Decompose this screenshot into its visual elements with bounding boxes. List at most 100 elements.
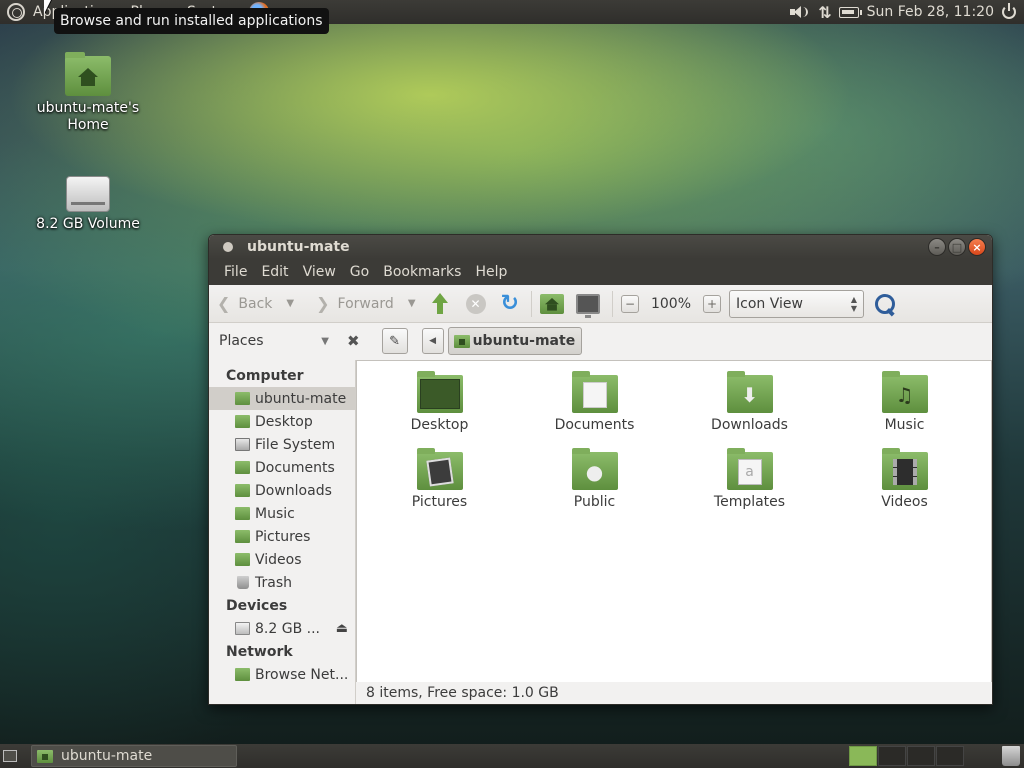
sidebar-item-volume[interactable]: 8.2 GB ... ⏏ (209, 617, 356, 640)
workspace-switcher (849, 746, 964, 766)
workspace-3[interactable] (907, 746, 935, 766)
back-button[interactable]: ❮ Back ▼ (217, 294, 294, 313)
desktop-volume-icon[interactable]: 8.2 GB Volume (33, 176, 143, 233)
workspace-4[interactable] (936, 746, 964, 766)
toolbar-separator (530, 290, 532, 317)
system-tray: ⇅ Sun Feb 28, 11:20 (790, 0, 1024, 24)
bottom-panel: ubuntu-mate (0, 744, 1024, 768)
downloads-folder-icon (235, 484, 250, 497)
file-item-videos[interactable]: Videos (827, 448, 982, 529)
tooltip: Browse and run installed applications (54, 8, 329, 34)
file-manager-window: ubuntu-mate – □ × File Edit View Go Book… (208, 234, 993, 705)
eject-icon[interactable]: ⏏ (336, 621, 348, 636)
chevron-down-icon: ▼ (321, 335, 329, 347)
file-view[interactable]: Desktop Documents ⬇ Downloads ♫ Music Pi… (356, 360, 992, 683)
window-menu-icon[interactable] (223, 242, 233, 252)
computer-icon[interactable] (575, 293, 600, 318)
ubuntu-mate-logo-icon[interactable] (7, 3, 25, 21)
file-item-label: Desktop (410, 417, 469, 433)
sidebar-item-label: Downloads (255, 482, 332, 499)
sidebar-item-videos[interactable]: Videos (209, 548, 356, 571)
forward-dropdown-icon[interactable]: ▼ (408, 298, 416, 309)
spin-arrows-icon: ▲ ▼ (850, 294, 857, 313)
file-item-public[interactable]: ● Public (517, 448, 672, 529)
menu-help[interactable]: Help (468, 264, 514, 280)
documents-folder-icon (235, 461, 250, 474)
trash-icon (237, 576, 249, 589)
desktop-icon-label: 8.2 GB Volume (36, 216, 140, 232)
window-controls: – □ × (928, 238, 986, 256)
sidebar-header-computer: Computer (226, 367, 304, 384)
up-arrow-icon[interactable] (430, 292, 450, 315)
desktop-home-icon[interactable]: ubuntu-mate's Home (33, 52, 143, 134)
forward-button[interactable]: ❯ Forward ▼ (316, 294, 415, 313)
zoom-out-button[interactable]: − (620, 294, 639, 313)
path-label: ubuntu-mate (472, 333, 576, 349)
file-item-downloads[interactable]: ⬇ Downloads (672, 371, 827, 452)
file-item-desktop[interactable]: Desktop (362, 371, 517, 452)
close-sidebar-icon[interactable]: ✖ (347, 332, 360, 350)
minimize-button[interactable]: – (928, 238, 946, 256)
path-scroll-left-button[interactable]: ◀ (421, 328, 444, 354)
zoom-in-button[interactable]: + (703, 294, 721, 313)
toolbar-separator (611, 290, 613, 317)
sidebar-item-browse-network[interactable]: Browse Net... (209, 663, 356, 686)
sidebar-item-file-system[interactable]: File System (209, 433, 356, 456)
menu-go[interactable]: Go (343, 264, 376, 280)
file-item-pictures[interactable]: Pictures (362, 448, 517, 529)
menu-file[interactable]: File (217, 264, 254, 280)
sidebar-item-label: 8.2 GB ... (255, 620, 320, 637)
edit-location-button[interactable]: ✎ (381, 328, 408, 354)
stop-icon[interactable]: ✕ (465, 293, 486, 314)
maximize-button[interactable]: □ (948, 238, 966, 256)
close-button[interactable]: × (968, 238, 986, 256)
back-dropdown-icon[interactable]: ▼ (286, 298, 294, 309)
network-indicator[interactable]: ⇅ (818, 0, 832, 24)
toolbar: ❮ Back ▼ ❯ Forward ▼ ✕ ↻ − 100% + Icon V… (209, 285, 992, 323)
window-titlebar[interactable]: ubuntu-mate – □ × (209, 235, 992, 259)
downloads-folder-icon: ⬇ (726, 371, 773, 413)
home-icon[interactable] (539, 293, 564, 314)
path-button-home[interactable]: ubuntu-mate (447, 327, 583, 355)
music-folder-icon: ♫ (881, 371, 928, 413)
window-title: ubuntu-mate (247, 239, 350, 255)
sidebar-item-music[interactable]: Music (209, 502, 356, 525)
menu-edit[interactable]: Edit (254, 264, 295, 280)
file-item-label: Public (573, 494, 616, 510)
menu-bookmarks[interactable]: Bookmarks (376, 264, 468, 280)
places-sidebar: Computer ubuntu-mate Desktop File System… (209, 360, 356, 704)
battery-indicator[interactable] (838, 0, 862, 24)
trash-icon[interactable] (1002, 746, 1020, 766)
drive-icon (235, 622, 250, 635)
taskbar-window-button[interactable]: ubuntu-mate (31, 745, 237, 767)
view-mode-label: Icon View (736, 295, 803, 312)
sidebar-item-downloads[interactable]: Downloads (209, 479, 356, 502)
file-item-music[interactable]: ♫ Music (827, 371, 982, 452)
sidebar-item-label: Trash (255, 574, 292, 591)
sidebar-item-documents[interactable]: Documents (209, 456, 356, 479)
sidebar-item-label: Browse Net... (255, 666, 349, 683)
workspace-1[interactable] (849, 746, 877, 766)
taskbar-window-label: ubuntu-mate (61, 748, 153, 764)
file-item-label: Pictures (411, 494, 468, 510)
sidebar-mode-select[interactable]: Places ▼ (219, 333, 329, 349)
view-mode-select[interactable]: Icon View ▲ ▼ (729, 289, 864, 318)
sidebar-item-desktop[interactable]: Desktop (209, 410, 356, 433)
home-folder-icon (37, 749, 53, 763)
menu-view[interactable]: View (296, 264, 343, 280)
clock[interactable]: Sun Feb 28, 11:20 (867, 4, 994, 20)
drive-icon (235, 438, 250, 451)
reload-icon[interactable]: ↻ (501, 292, 519, 315)
file-item-templates[interactable]: a Templates (672, 448, 827, 529)
workspace-2[interactable] (878, 746, 906, 766)
sidebar-header-devices: Devices (226, 597, 288, 614)
volume-indicator[interactable] (790, 0, 809, 24)
search-icon[interactable] (874, 293, 896, 315)
show-desktop-icon[interactable] (3, 750, 17, 762)
sidebar-item-home[interactable]: ubuntu-mate (209, 387, 356, 410)
power-icon[interactable] (1002, 3, 1016, 19)
sidebar-item-label: Documents (255, 459, 335, 476)
sidebar-item-pictures[interactable]: Pictures (209, 525, 356, 548)
file-item-documents[interactable]: Documents (517, 371, 672, 452)
sidebar-item-trash[interactable]: Trash (209, 571, 356, 594)
